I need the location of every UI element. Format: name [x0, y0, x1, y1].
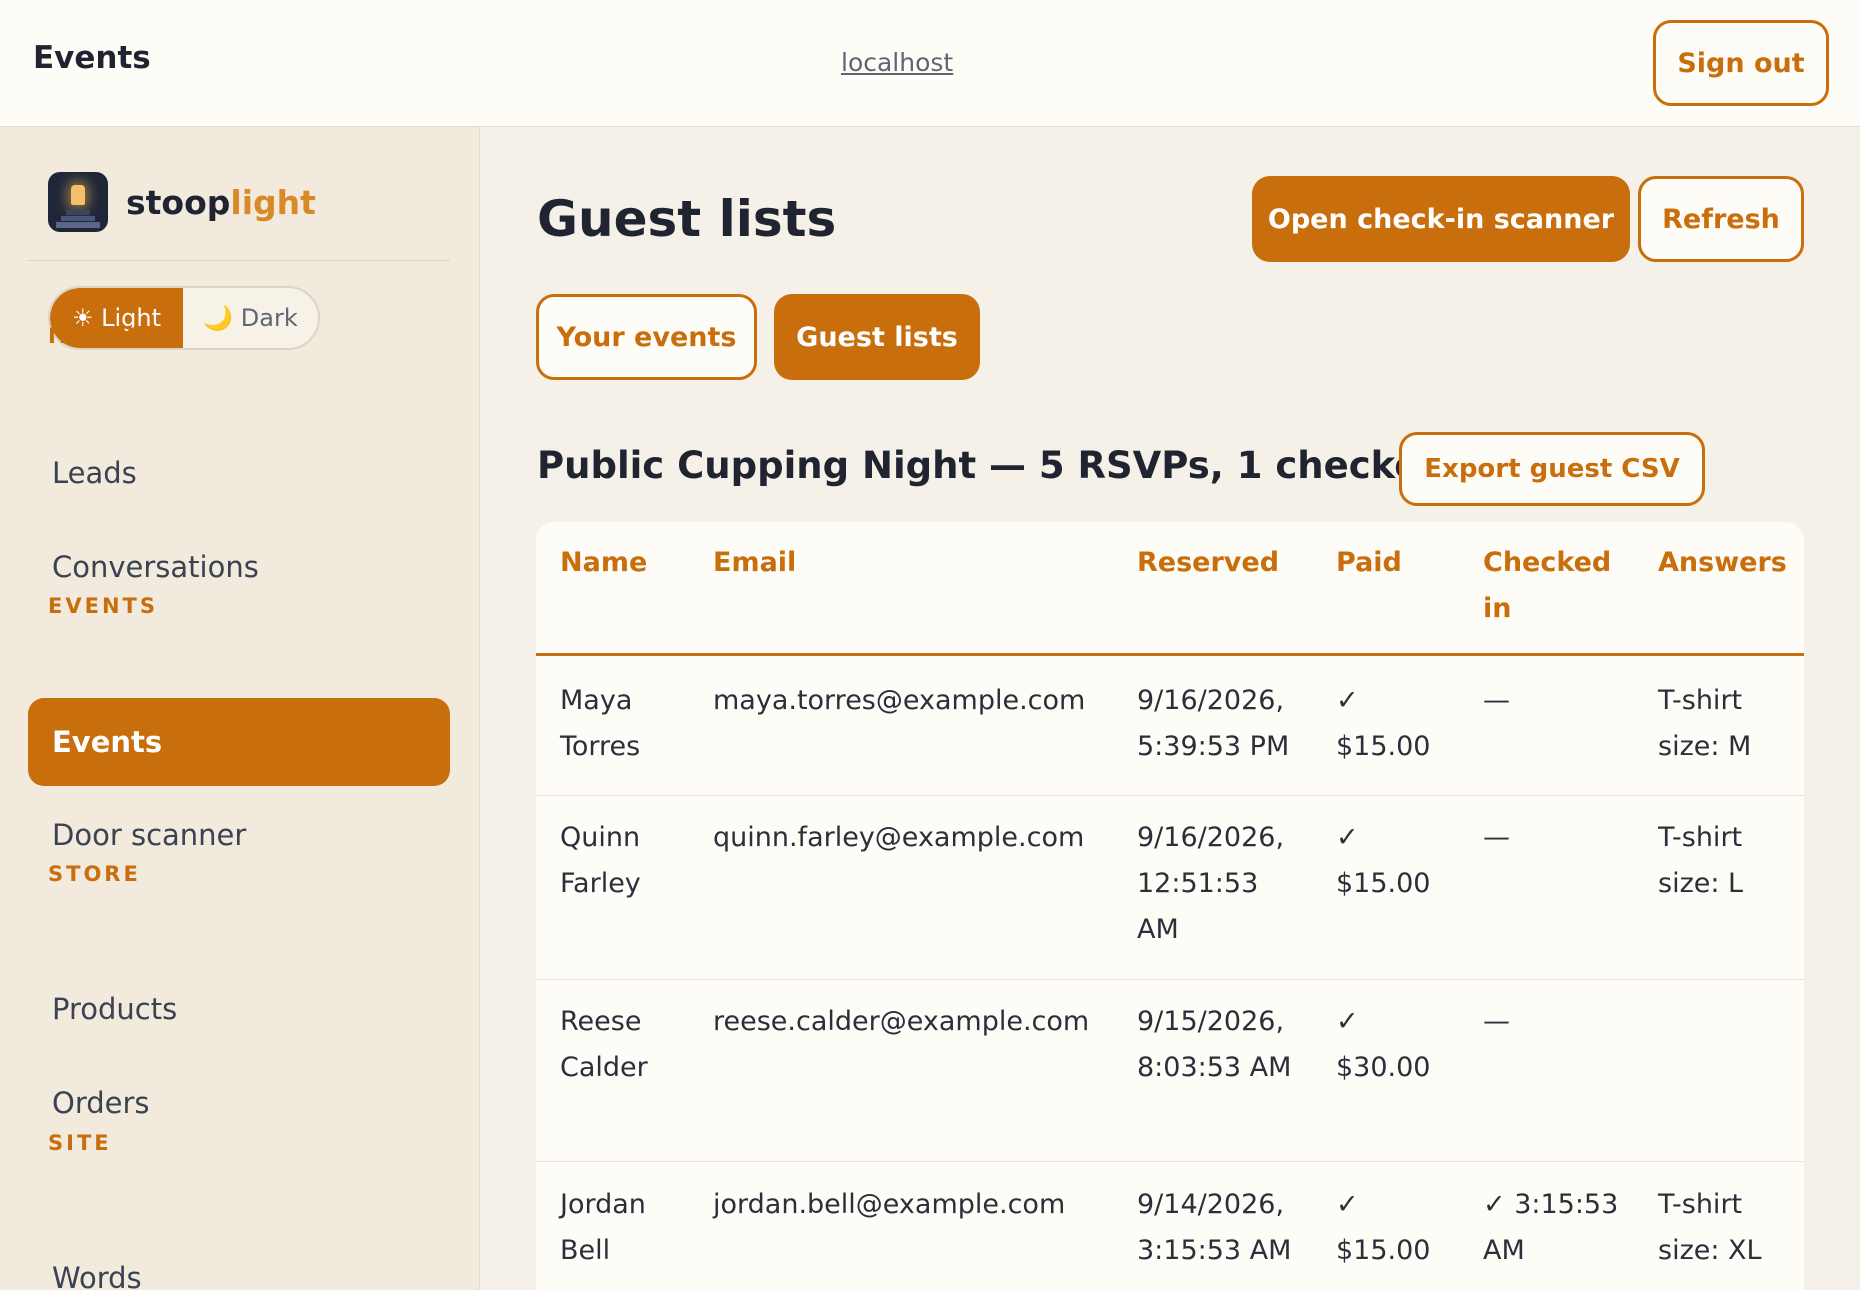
export-guest-csv-button[interactable]: Export guest CSV	[1399, 432, 1705, 506]
brand[interactable]: stooplight	[48, 172, 316, 232]
cell-reserved: 9/16/2026, 12:51:53 AM	[1137, 822, 1285, 945]
cell-reserved: 9/15/2026, 8:03:53 AM	[1137, 1006, 1292, 1083]
column-header-answers[interactable]: Answers	[1658, 540, 1787, 586]
sidebar: stooplight ☀ Light 🌙 Dark INBOX Leads Co…	[0, 127, 480, 1290]
cell-reserved: 9/16/2026, 5:39:53 PM	[1137, 685, 1290, 762]
event-heading: Public Cupping Night — 5 RSVPs, 1 checke…	[537, 444, 1498, 487]
cell-name: Reese Calder	[560, 1006, 648, 1083]
column-header-name[interactable]: Name	[560, 540, 647, 586]
table-row[interactable]: Jordan Bell jordan.bell@example.com 9/14…	[536, 1162, 1804, 1290]
column-header-paid[interactable]: Paid	[1336, 540, 1402, 586]
column-header-checked-in[interactable]: Checked in	[1483, 540, 1613, 632]
cell-answers: T-shirt size: L	[1658, 822, 1744, 899]
cell-paid: ✓ $30.00	[1336, 1006, 1431, 1083]
page-title: Guest lists	[537, 190, 837, 248]
cell-answers: T-shirt size: XL	[1658, 1189, 1762, 1266]
nav-section-inbox: INBOX	[48, 324, 138, 348]
cell-paid: ✓ $15.00	[1336, 822, 1431, 899]
table-row[interactable]: Reese Calder reese.calder@example.com 9/…	[536, 980, 1804, 1162]
theme-dark-option[interactable]: 🌙 Dark	[183, 288, 318, 348]
sidebar-item-words[interactable]: Words	[28, 1234, 450, 1290]
cell-paid: ✓ $15.00	[1336, 685, 1431, 762]
cell-answers: T-shirt size: M	[1658, 685, 1752, 762]
column-header-reserved[interactable]: Reserved	[1137, 540, 1279, 586]
sign-out-button[interactable]: Sign out	[1653, 20, 1829, 106]
cell-email: maya.torres@example.com	[713, 685, 1086, 716]
cell-email: jordan.bell@example.com	[713, 1189, 1066, 1220]
top-bar: Events localhost Sign out	[0, 0, 1860, 127]
table-header: Name Email Reserved Paid Checked in Answ…	[536, 522, 1804, 656]
brand-name-accent: light	[230, 182, 316, 222]
cell-name: Maya Torres	[560, 685, 641, 762]
cell-paid: ✓ $15.00	[1336, 1189, 1431, 1266]
cell-reserved: 9/14/2026, 3:15:53 AM	[1137, 1189, 1292, 1266]
lamp-logo-icon	[48, 172, 108, 232]
nav-section-events: EVENTS	[48, 594, 158, 618]
cell-checked-in: —	[1483, 822, 1510, 853]
cell-name: Jordan Bell	[560, 1189, 646, 1266]
sidebar-item-events[interactable]: Events	[28, 698, 450, 786]
brand-name: stooplight	[126, 183, 316, 222]
cell-name: Quinn Farley	[560, 822, 641, 899]
tab-your-events[interactable]: Your events	[536, 294, 757, 380]
sidebar-item-leads[interactable]: Leads	[28, 429, 450, 517]
nav-section-site: SITE	[48, 1131, 112, 1155]
brand-name-prefix: stoop	[126, 182, 231, 222]
sidebar-divider	[28, 260, 450, 261]
cell-checked-in: ✓ 3:15:53 AM	[1483, 1189, 1619, 1266]
table-row[interactable]: Quinn Farley quinn.farley@example.com 9/…	[536, 796, 1804, 980]
nav-section-store: STORE	[48, 862, 141, 886]
cell-checked-in: —	[1483, 685, 1510, 716]
guest-table: Name Email Reserved Paid Checked in Answ…	[536, 522, 1804, 1290]
refresh-button[interactable]: Refresh	[1638, 176, 1804, 262]
column-header-email[interactable]: Email	[713, 540, 796, 586]
host-link[interactable]: localhost	[841, 48, 953, 77]
open-check-in-scanner-button[interactable]: Open check-in scanner	[1252, 176, 1630, 262]
table-row[interactable]: Maya Torres maya.torres@example.com 9/16…	[536, 659, 1804, 796]
cell-checked-in: —	[1483, 1006, 1510, 1037]
tab-guest-lists[interactable]: Guest lists	[774, 294, 980, 380]
cell-email: quinn.farley@example.com	[713, 822, 1085, 853]
cell-email: reese.calder@example.com	[713, 1006, 1090, 1037]
app-title: Events	[33, 40, 151, 76]
sidebar-item-products[interactable]: Products	[28, 965, 450, 1053]
